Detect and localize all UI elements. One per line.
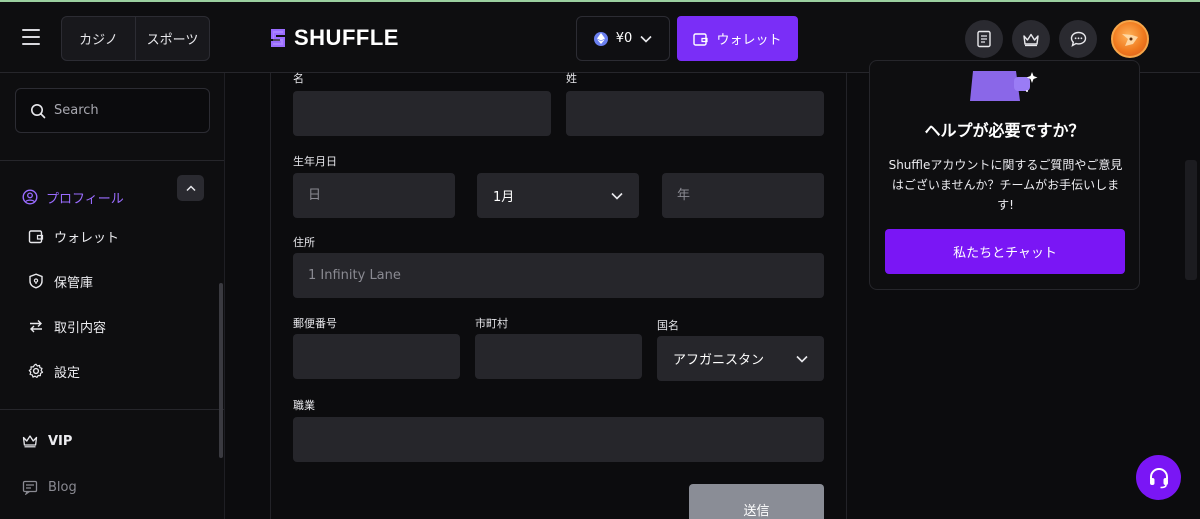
sidebar-item-label: ウォレット <box>54 230 120 246</box>
bet-slip-button[interactable] <box>965 20 1003 58</box>
sidebar-item-label: VIP <box>48 433 73 449</box>
sidebar-divider <box>0 409 224 410</box>
shuffle-logo-icon <box>271 29 285 47</box>
dob-day-input[interactable] <box>293 173 455 218</box>
address-input[interactable] <box>293 253 824 298</box>
dob-year-input[interactable] <box>662 173 824 218</box>
user-circle-icon <box>22 189 38 205</box>
chevron-up-icon <box>185 184 196 191</box>
occupation-input[interactable] <box>293 417 824 462</box>
sidebar-divider <box>0 160 224 161</box>
sidebar-item-settings[interactable]: 設定 <box>0 351 220 391</box>
sidebar: プロフィール ウォレット 保管庫 取引内容 設定 VIP Blog <box>0 73 225 519</box>
sidebar-item-wallet[interactable]: ウォレット <box>0 216 220 256</box>
vip-crown-button[interactable] <box>1012 20 1050 58</box>
sidebar-item-transactions[interactable]: 取引内容 <box>0 306 220 346</box>
sidebar-item-label: 保管庫 <box>54 275 94 291</box>
first-name-input[interactable] <box>293 91 551 136</box>
sidebar-item-blog[interactable]: Blog <box>0 467 220 507</box>
gear-icon <box>28 363 44 378</box>
mode-switch: カジノ スポーツ <box>61 16 210 61</box>
address-label: 住所 <box>293 236 315 249</box>
blog-icon <box>22 480 38 495</box>
help-title: ヘルプが必要ですか？ <box>924 121 1085 140</box>
wallet-button-label: ウォレット <box>716 33 782 48</box>
balance-amount: ¥0 <box>615 31 633 46</box>
dob-month-value: 1月 <box>493 190 515 205</box>
sidebar-scrollbar[interactable] <box>219 283 223 458</box>
sidebar-item-label: プロフィール <box>46 191 124 207</box>
city-input[interactable] <box>475 334 642 379</box>
page-scrollbar[interactable] <box>1185 160 1197 280</box>
wallet-icon <box>28 229 44 243</box>
search-icon <box>31 103 46 118</box>
help-text: Shuffleアカウントに関するご質問やご意見はございませんか？チームがお手伝い… <box>888 158 1123 212</box>
sidebar-item-label: 設定 <box>54 365 81 381</box>
country-label: 国名 <box>657 319 679 332</box>
postal-code-input[interactable] <box>293 334 460 379</box>
avatar-fox-icon <box>1122 34 1138 46</box>
country-value: アフガニスタン <box>673 353 765 368</box>
mode-casino-button[interactable]: カジノ <box>62 17 135 60</box>
chat-with-us-button[interactable]: 私たちとチャット <box>885 229 1125 274</box>
chevron-down-icon <box>640 35 652 43</box>
crown-icon <box>1023 33 1039 46</box>
occupation-label: 職業 <box>293 399 315 412</box>
sidebar-item-label: Blog <box>48 479 77 495</box>
search-input[interactable] <box>54 103 194 118</box>
last-name-label: 姓 <box>566 72 577 85</box>
profile-collapse-button[interactable] <box>177 175 204 201</box>
menu-icon[interactable] <box>22 29 42 45</box>
crown-icon <box>22 435 38 448</box>
sidebar-item-label: 取引内容 <box>54 320 107 336</box>
help-illustration-icon <box>970 71 1038 101</box>
chevron-down-icon <box>796 355 808 363</box>
postal-code-label: 郵便番号 <box>293 317 337 330</box>
receipt-icon <box>977 30 991 48</box>
sidebar-item-vault[interactable]: 保管庫 <box>0 261 220 301</box>
first-name-label: 名 <box>293 72 304 85</box>
transfer-arrows-icon <box>30 320 42 333</box>
mode-sports-button[interactable]: スポーツ <box>135 17 209 60</box>
eth-icon <box>593 31 608 46</box>
wallet-icon <box>693 32 709 46</box>
last-name-input[interactable] <box>566 91 824 136</box>
submit-button[interactable]: 送信 <box>689 484 824 519</box>
headset-icon <box>1149 467 1168 488</box>
chat-bubble-icon <box>1070 31 1086 47</box>
avatar[interactable] <box>1111 20 1149 58</box>
wallet-button[interactable]: ウォレット <box>677 16 798 61</box>
sidebar-item-vip[interactable]: VIP <box>0 421 220 461</box>
city-label: 市町村 <box>475 317 508 330</box>
dob-month-select[interactable]: 1月 <box>477 173 639 218</box>
search-box[interactable] <box>15 88 210 133</box>
logo-text: SHUFFLE <box>294 25 399 50</box>
country-select[interactable]: アフガニスタン <box>657 336 824 381</box>
help-card: ヘルプが必要ですか？ Shuffleアカウントに関するご質問やご意見はございませ… <box>869 60 1140 290</box>
balance-selector[interactable]: ¥0 <box>576 16 670 61</box>
dob-label: 生年月日 <box>293 155 337 168</box>
vault-shield-icon <box>29 273 43 289</box>
chat-button[interactable] <box>1059 20 1097 58</box>
submit-button-label: 送信 <box>743 504 770 519</box>
live-support-button[interactable] <box>1136 455 1181 500</box>
chevron-down-icon <box>611 192 623 200</box>
logo[interactable]: SHUFFLE <box>268 25 399 50</box>
